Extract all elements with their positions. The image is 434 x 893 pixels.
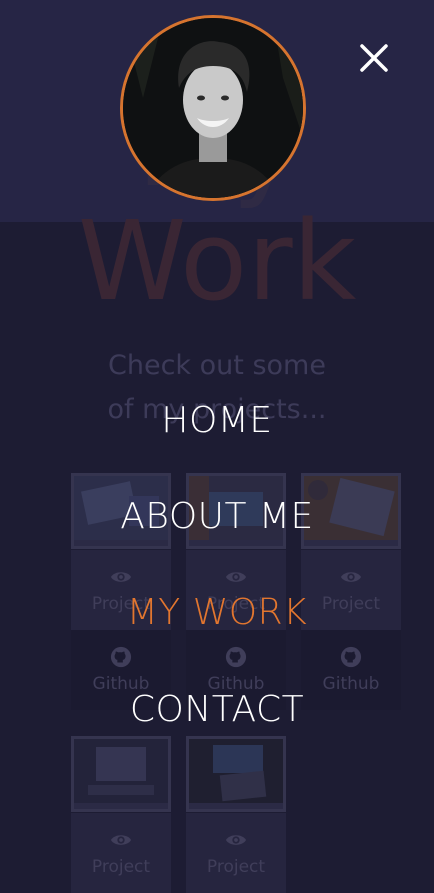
nav-about-me[interactable]: ABOUT ME	[0, 497, 434, 537]
avatar	[120, 15, 306, 201]
nav-overlay: HOME ABOUT ME MY WORK CONTACT	[0, 0, 434, 887]
nav-my-work[interactable]: MY WORK	[0, 593, 434, 633]
nav-home[interactable]: HOME	[0, 401, 434, 441]
close-menu-button[interactable]	[356, 40, 392, 76]
close-icon	[360, 44, 388, 72]
profile-photo	[123, 18, 303, 198]
nav-contact[interactable]: CONTACT	[0, 690, 434, 730]
